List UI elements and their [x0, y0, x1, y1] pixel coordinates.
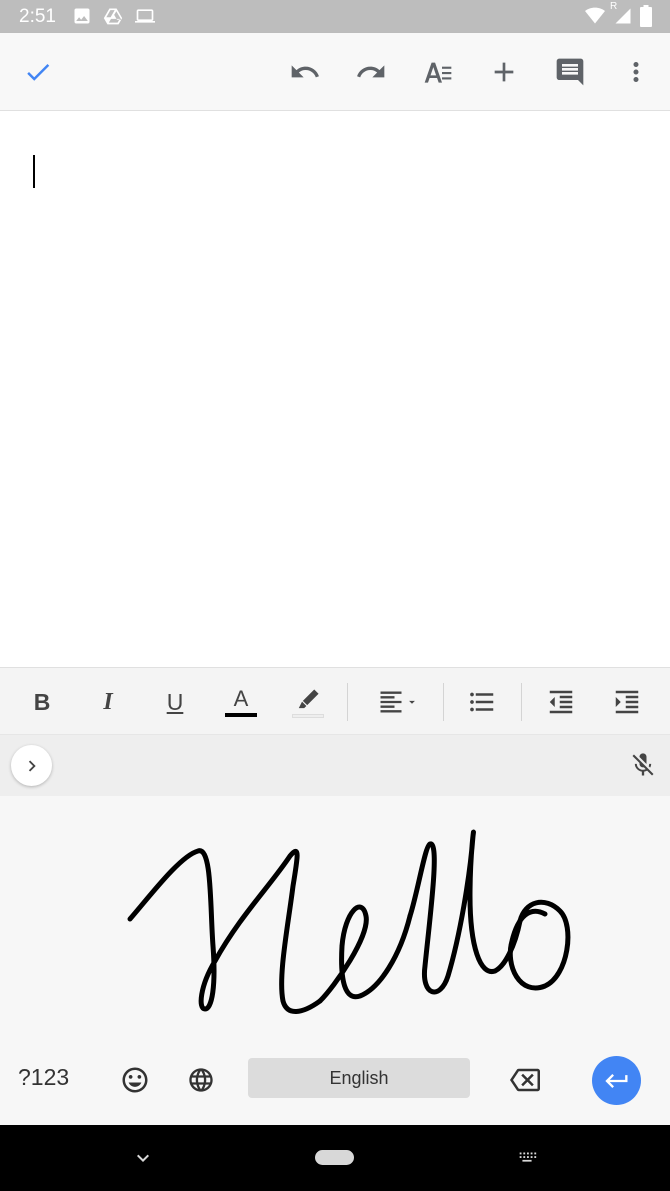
undo-icon: [291, 65, 319, 78]
underline-label: U: [166, 688, 184, 715]
keyboard-suggestion-strip: [0, 735, 670, 796]
document-body[interactable]: [0, 111, 670, 667]
image-icon: [74, 8, 90, 24]
text-format-icon: [424, 62, 452, 83]
highlighter-icon: [298, 688, 319, 708]
redo-button[interactable]: [352, 53, 390, 91]
mic-off-icon: [632, 753, 654, 776]
home-pill: [315, 1150, 354, 1165]
roaming-indicator: R: [610, 1, 618, 12]
increase-indent-button[interactable]: [607, 682, 647, 722]
format-divider: [347, 683, 348, 721]
insert-button[interactable]: [485, 53, 523, 91]
signal-icon: R: [610, 1, 632, 26]
keyboard-expand-button[interactable]: [11, 745, 52, 786]
handwriting-stroke: [127, 829, 571, 1014]
handwriting-canvas[interactable]: [0, 796, 670, 1042]
align-left-icon: [380, 691, 402, 713]
hide-keyboard-button[interactable]: [130, 1145, 156, 1171]
backspace-key[interactable]: [505, 1060, 545, 1100]
text-color-button[interactable]: A: [221, 682, 261, 722]
add-icon: [494, 62, 514, 82]
enter-key[interactable]: [592, 1056, 641, 1105]
symbols-key[interactable]: ?123: [18, 1064, 69, 1091]
comment-button[interactable]: [551, 53, 589, 91]
text-cursor: [33, 155, 35, 188]
editor-toolbar: [0, 33, 670, 111]
status-bar: 2:51 R: [0, 0, 670, 33]
bold-label: B: [33, 688, 51, 715]
undo-button[interactable]: [286, 53, 324, 91]
highlight-button[interactable]: [288, 682, 328, 722]
status-system-icons: R: [584, 1, 652, 27]
bulleted-list-icon: [470, 692, 494, 712]
keyboard-return-icon: [604, 1073, 627, 1088]
battery-icon: [640, 5, 652, 27]
space-key[interactable]: English: [248, 1058, 470, 1098]
backspace-icon: [510, 1068, 540, 1092]
voice-input-button[interactable]: [627, 749, 659, 781]
align-dropdown[interactable]: [372, 682, 424, 722]
wifi-icon: [585, 7, 605, 24]
switch-keyboard-button[interactable]: [513, 1145, 541, 1171]
format-indent-increase-icon: [615, 690, 639, 714]
text-color-label: A: [233, 685, 249, 711]
keyboard-icon: [519, 1152, 537, 1162]
redo-icon: [357, 65, 385, 78]
underline-button[interactable]: U: [155, 682, 195, 722]
laptop-icon: [135, 9, 155, 23]
bulleted-list-button[interactable]: [462, 682, 502, 722]
format-divider: [443, 683, 444, 721]
done-button[interactable]: [19, 53, 57, 91]
system-navigation-bar: [0, 1125, 670, 1191]
text-format-button[interactable]: [419, 53, 457, 91]
globe-icon: [189, 1068, 213, 1092]
status-time: 2:51: [19, 6, 56, 27]
drive-icon: [103, 8, 123, 25]
dropdown-arrow-icon: [409, 700, 415, 704]
more-vert-icon: [633, 62, 639, 82]
decrease-indent-button[interactable]: [541, 682, 581, 722]
home-button[interactable]: [315, 1150, 354, 1165]
comment-icon: [556, 58, 584, 86]
chevron-down-icon: [137, 1154, 149, 1162]
more-options-button[interactable]: [617, 53, 655, 91]
highlight-color-swatch: [292, 713, 324, 718]
bold-button[interactable]: B: [22, 682, 62, 722]
format-indent-decrease-icon: [549, 690, 573, 714]
format-toolbar: B I U A: [0, 667, 670, 735]
keyboard-bottom-row: ?123 English: [0, 1042, 670, 1125]
chevron-right-icon: [28, 760, 36, 771]
text-color-swatch: [225, 712, 257, 717]
italic-label: I: [103, 688, 113, 715]
emoji-icon: [122, 1067, 148, 1093]
italic-button[interactable]: I: [88, 682, 128, 722]
format-divider: [521, 683, 522, 721]
emoji-key[interactable]: [115, 1060, 155, 1100]
status-notification-icons: [72, 6, 156, 26]
language-key[interactable]: [181, 1060, 221, 1100]
check-icon: [27, 64, 50, 81]
